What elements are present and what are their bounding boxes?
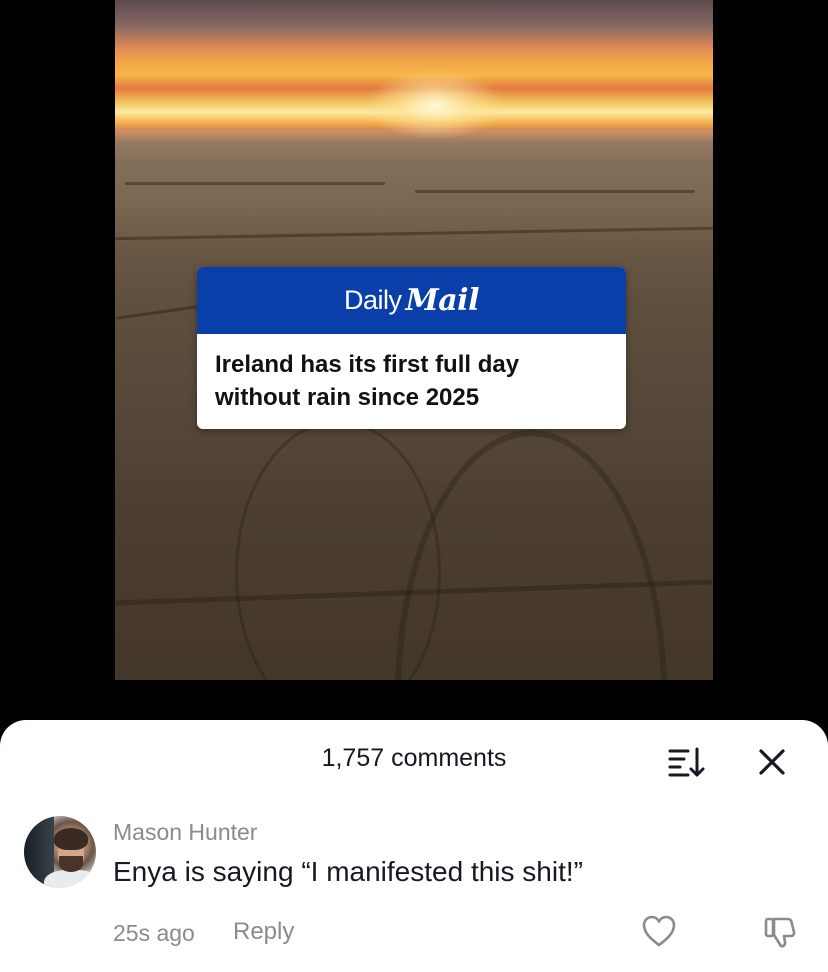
field-hedgerow xyxy=(415,190,695,193)
video-player[interactable]: Daily Mail Ireland has its first full da… xyxy=(115,0,713,680)
comment-username[interactable]: Mason Hunter xyxy=(113,819,257,846)
comment-item: Mason Hunter Enya is saying “I manifeste… xyxy=(0,814,828,972)
avatar[interactable] xyxy=(24,816,96,888)
app-screen: Daily Mail Ireland has its first full da… xyxy=(0,0,828,972)
like-button[interactable] xyxy=(641,914,677,948)
avatar-beard xyxy=(59,856,83,872)
brand-daily-text: Daily xyxy=(344,285,402,315)
sunset-sun xyxy=(365,70,505,140)
news-headline: Ireland has its first full day without r… xyxy=(197,334,626,414)
close-icon xyxy=(759,749,785,775)
headline-line-1: Ireland has its first full day xyxy=(215,351,520,378)
tractor-track xyxy=(235,420,441,680)
sort-button[interactable] xyxy=(666,744,706,780)
headline-line-2: without rain since 2025 xyxy=(215,384,480,411)
avatar-shirt xyxy=(44,870,96,888)
brand-banner: Daily Mail xyxy=(197,267,626,334)
dislike-button[interactable] xyxy=(762,914,798,950)
comment-timestamp: 25s ago xyxy=(113,920,195,946)
sort-descending-icon xyxy=(668,747,705,777)
avatar-hair xyxy=(54,828,88,850)
close-button[interactable] xyxy=(752,742,792,782)
heart-outline-icon xyxy=(642,915,676,947)
comments-header: 1,757 comments xyxy=(0,720,828,802)
thumbs-down-icon xyxy=(764,917,796,948)
comments-sheet: 1,757 comments Mason Hunter Enya is sayi… xyxy=(0,720,828,972)
field-hedgerow xyxy=(125,182,385,185)
brand-mail-text: Mail xyxy=(405,283,480,318)
news-card: Daily Mail Ireland has its first full da… xyxy=(197,267,626,429)
reply-button[interactable]: Reply xyxy=(233,918,294,946)
comment-text: Enya is saying “I manifested this shit!” xyxy=(113,856,583,887)
